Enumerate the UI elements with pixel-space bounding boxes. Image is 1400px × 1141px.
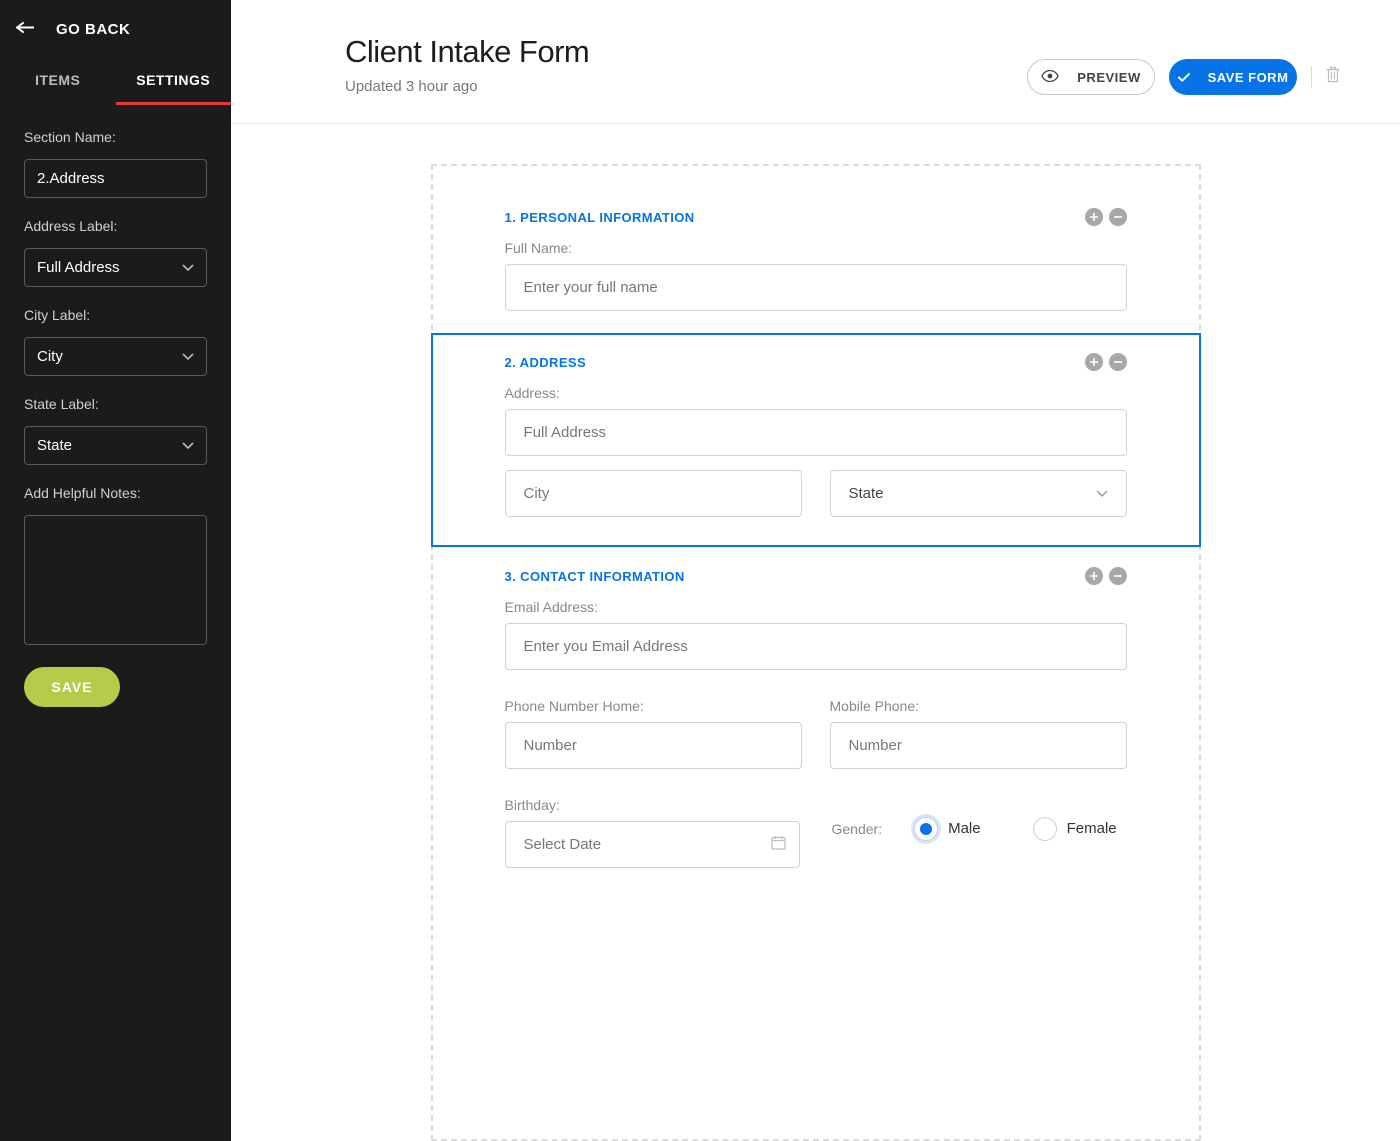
- city-label-value: City: [37, 348, 63, 365]
- chevron-down-icon: [182, 437, 194, 454]
- add-field-button[interactable]: [1085, 353, 1103, 371]
- email-label: Email Address:: [505, 599, 1127, 615]
- state-label-value: State: [37, 437, 72, 454]
- phone-home-label: Phone Number Home:: [505, 698, 802, 714]
- settings-panel: Section Name: Address Label: Full Addres…: [0, 105, 231, 725]
- phone-home-input[interactable]: [505, 722, 802, 769]
- radio-icon: [914, 817, 938, 841]
- address-label-label: Address Label:: [24, 218, 207, 234]
- remove-field-button[interactable]: [1109, 353, 1127, 371]
- arrow-left-icon: [16, 20, 34, 38]
- sidebar: GO BACK ITEMS SETTINGS Section Name: Add…: [0, 0, 231, 1141]
- header: Client Intake Form Updated 3 hour ago PR…: [231, 0, 1400, 124]
- full-name-label: Full Name:: [505, 240, 1127, 256]
- gender-radio-female[interactable]: Female: [1033, 817, 1117, 841]
- check-icon: [1178, 70, 1190, 85]
- page-subtitle: Updated 3 hour ago: [345, 78, 589, 95]
- gender-label: Gender:: [832, 821, 883, 837]
- full-name-input[interactable]: [505, 264, 1127, 311]
- section-title: 2. ADDRESS: [505, 355, 587, 370]
- main: Client Intake Form Updated 3 hour ago PR…: [231, 0, 1400, 1141]
- state-label-select[interactable]: State: [24, 426, 207, 465]
- full-address-input[interactable]: [505, 409, 1127, 456]
- chevron-down-icon: [182, 259, 194, 276]
- add-field-button[interactable]: [1085, 208, 1103, 226]
- remove-field-button[interactable]: [1109, 208, 1127, 226]
- chevron-down-icon: [182, 348, 194, 365]
- chevron-down-icon: [1096, 485, 1108, 502]
- state-select[interactable]: State: [830, 470, 1127, 517]
- save-settings-button[interactable]: SAVE: [24, 667, 120, 707]
- remove-field-button[interactable]: [1109, 567, 1127, 585]
- save-form-label: SAVE FORM: [1208, 70, 1289, 85]
- notes-textarea[interactable]: [24, 515, 207, 645]
- trash-icon: [1326, 66, 1340, 88]
- state-select-value: State: [849, 485, 884, 502]
- go-back-label: GO BACK: [56, 21, 130, 38]
- address-label-select[interactable]: Full Address: [24, 248, 207, 287]
- preview-label: PREVIEW: [1077, 70, 1140, 85]
- eye-icon: [1041, 70, 1059, 85]
- divider: [1311, 66, 1312, 88]
- address-field-label: Address:: [505, 385, 1127, 401]
- section-name-label: Section Name:: [24, 129, 207, 145]
- section-title: 3. CONTACT INFORMATION: [505, 569, 685, 584]
- form-canvas: 1. PERSONAL INFORMATION Full Name: 2. AD…: [431, 164, 1201, 1141]
- notes-label: Add Helpful Notes:: [24, 485, 207, 501]
- section-contact-info[interactable]: 3. CONTACT INFORMATION Email Address: Ph…: [433, 547, 1199, 890]
- radio-icon: [1033, 817, 1057, 841]
- section-personal-info[interactable]: 1. PERSONAL INFORMATION Full Name:: [433, 188, 1199, 333]
- gender-female-label: Female: [1067, 820, 1117, 837]
- tab-items[interactable]: ITEMS: [0, 58, 116, 105]
- add-field-button[interactable]: [1085, 567, 1103, 585]
- gender-male-label: Male: [948, 820, 981, 837]
- address-label-value: Full Address: [37, 259, 120, 276]
- mobile-phone-input[interactable]: [830, 722, 1127, 769]
- state-label-label: State Label:: [24, 396, 207, 412]
- tab-settings[interactable]: SETTINGS: [116, 58, 232, 105]
- city-input[interactable]: [505, 470, 802, 517]
- page-title: Client Intake Form: [345, 34, 589, 70]
- birthday-input[interactable]: [505, 821, 800, 868]
- section-name-input[interactable]: [24, 159, 207, 198]
- sidebar-tabs: ITEMS SETTINGS: [0, 58, 231, 105]
- section-address[interactable]: 2. ADDRESS Address: State: [431, 333, 1201, 547]
- go-back-button[interactable]: GO BACK: [0, 0, 231, 58]
- email-input[interactable]: [505, 623, 1127, 670]
- birthday-label: Birthday:: [505, 797, 800, 813]
- city-label-select[interactable]: City: [24, 337, 207, 376]
- save-form-button[interactable]: SAVE FORM: [1169, 59, 1297, 95]
- delete-button[interactable]: [1326, 66, 1340, 88]
- mobile-phone-label: Mobile Phone:: [830, 698, 1127, 714]
- calendar-icon: [771, 835, 786, 855]
- preview-button[interactable]: PREVIEW: [1027, 59, 1155, 95]
- section-title: 1. PERSONAL INFORMATION: [505, 210, 695, 225]
- city-label-label: City Label:: [24, 307, 207, 323]
- gender-radio-male[interactable]: Male: [914, 817, 981, 841]
